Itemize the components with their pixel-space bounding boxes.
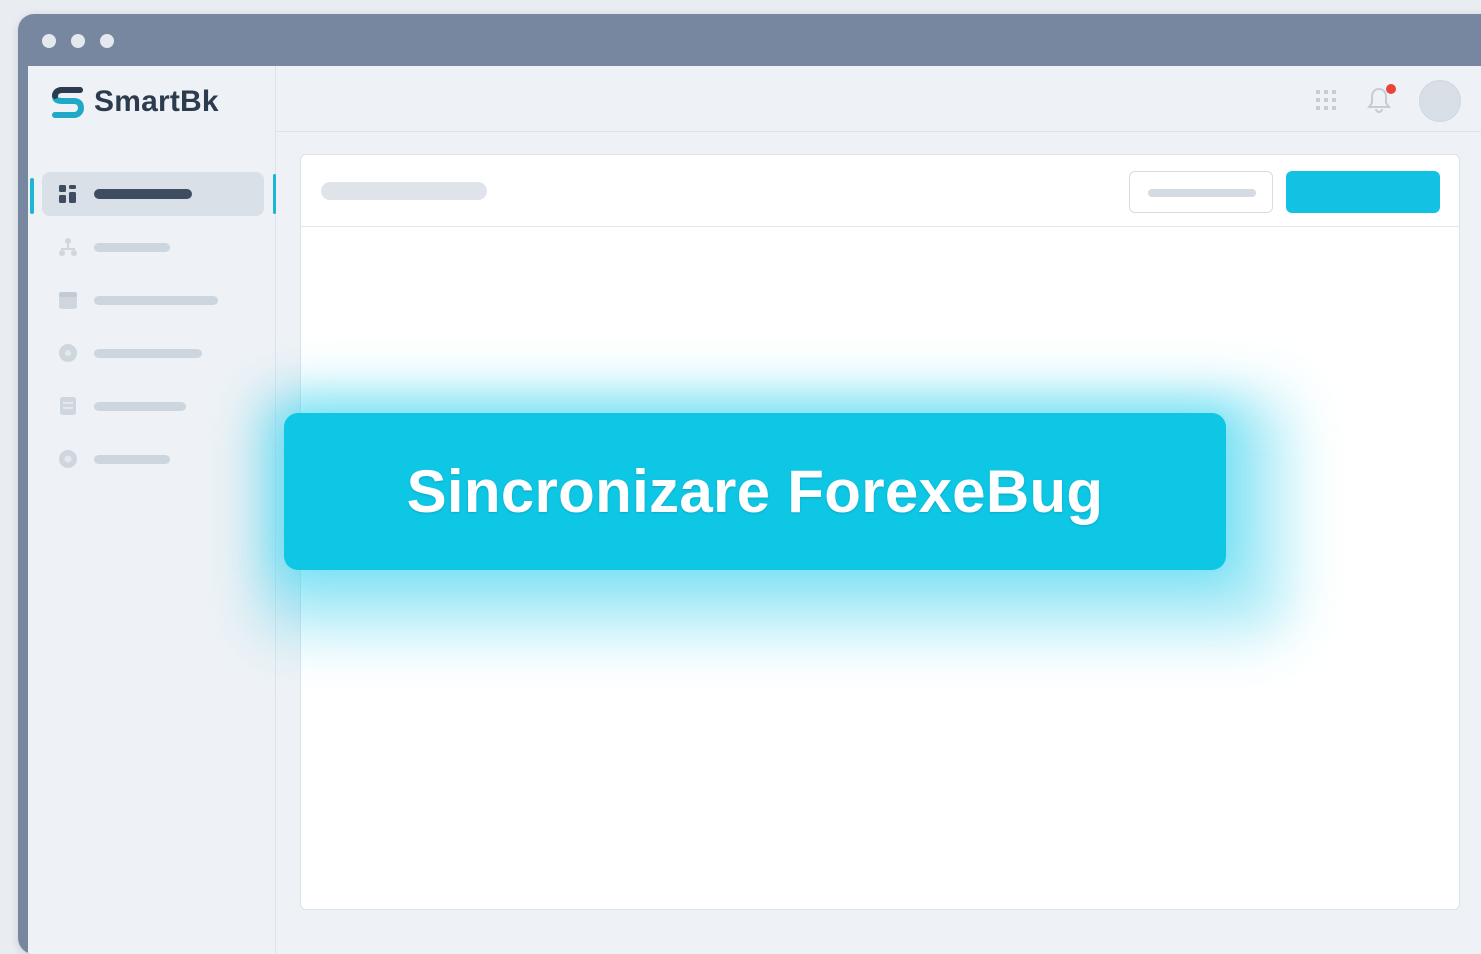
- primary-button[interactable]: [1286, 171, 1440, 213]
- window-control-dot[interactable]: [42, 34, 56, 48]
- dashboard-icon: [59, 185, 76, 203]
- top-bar: [276, 66, 1481, 132]
- document-icon: [60, 397, 76, 415]
- brand-logo-icon: [52, 87, 84, 118]
- sidebar-item-label-placeholder: [94, 296, 218, 305]
- notification-badge: [1386, 84, 1396, 94]
- window-titlebar: [18, 14, 1481, 66]
- window-control-dot[interactable]: [71, 34, 85, 48]
- sidebar-item-label-placeholder: [94, 402, 186, 411]
- toast-message: Sincronizare ForexeBug: [406, 458, 1104, 525]
- sidebar-item-label-placeholder: [94, 189, 192, 199]
- secondary-button-label-placeholder: [1148, 189, 1256, 197]
- active-indicator: [30, 178, 34, 214]
- panel-title-placeholder: [321, 182, 487, 200]
- sidebar-item-label-placeholder: [94, 455, 170, 464]
- user-avatar[interactable]: [1419, 80, 1461, 122]
- secondary-button[interactable]: [1129, 171, 1273, 213]
- panel-header: [301, 155, 1459, 227]
- window-control-dot[interactable]: [100, 34, 114, 48]
- brand-name: SmartBk: [94, 85, 219, 118]
- sidebar-item-hierarchy[interactable]: [42, 225, 264, 269]
- active-indicator-right: [273, 174, 276, 214]
- settings-circle-icon: [59, 450, 77, 468]
- calendar-icon: [59, 292, 77, 309]
- sidebar: SmartBk: [28, 66, 276, 954]
- apps-grid-icon[interactable]: [1314, 88, 1338, 112]
- sidebar-item-info[interactable]: [42, 331, 264, 375]
- info-circle-icon: [59, 344, 77, 362]
- sidebar-item-calendar[interactable]: [42, 278, 264, 322]
- window-frame-edge: [18, 66, 28, 954]
- sidebar-item-dashboard[interactable]: [30, 172, 276, 216]
- brand[interactable]: SmartBk: [50, 82, 219, 122]
- sidebar-item-settings[interactable]: [42, 437, 264, 481]
- sidebar-item-label-placeholder: [94, 243, 170, 252]
- sync-toast: Sincronizare ForexeBug: [284, 413, 1226, 570]
- app-window: SmartBk Sincronizare ForexeBug: [18, 14, 1481, 954]
- sidebar-item-label-placeholder: [94, 349, 202, 358]
- hierarchy-icon: [59, 238, 77, 256]
- sidebar-item-document[interactable]: [42, 384, 264, 428]
